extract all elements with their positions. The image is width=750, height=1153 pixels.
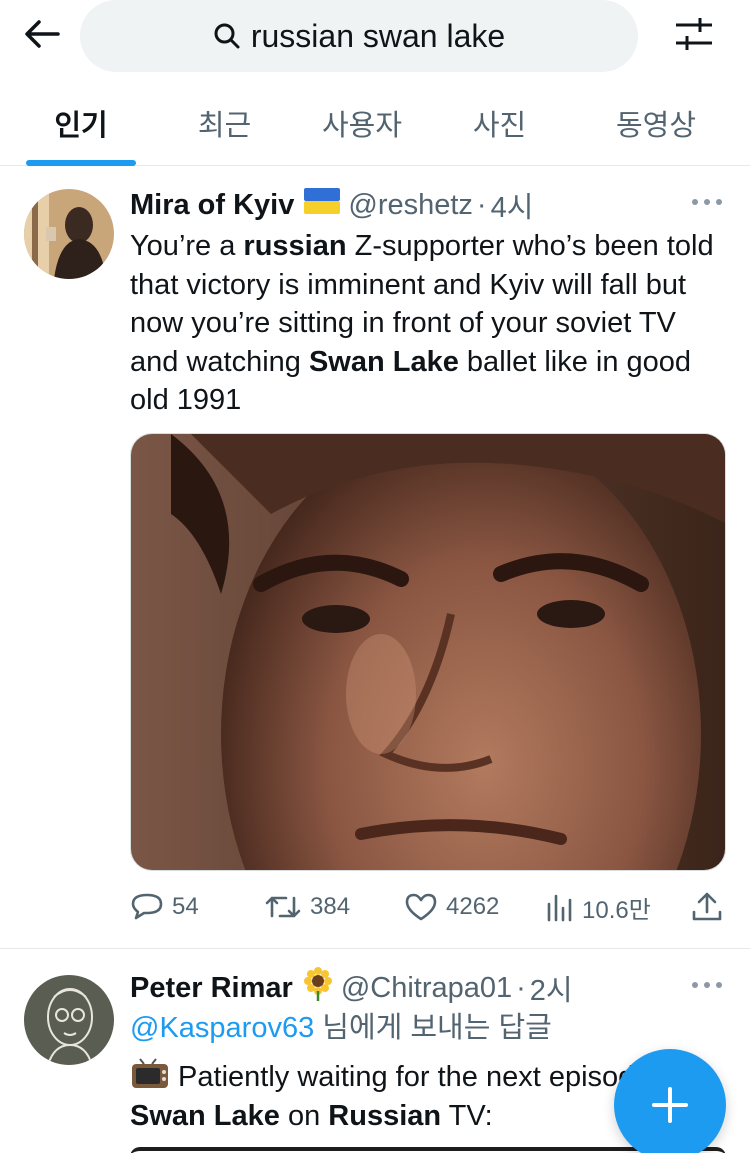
author-handle[interactable]: @Chitrapa01 xyxy=(341,972,512,1005)
reply-icon xyxy=(131,893,163,920)
heart-icon xyxy=(405,893,437,921)
tweet-time[interactable]: 2시 xyxy=(530,967,573,1009)
sunflower-icon xyxy=(303,967,333,1009)
search-tabs: 인기 최근 사용자 사진 동영상 xyxy=(0,80,750,166)
tweet-header: Mira of Kyiv @reshetz · 4시 xyxy=(130,185,726,225)
compose-tweet-button[interactable] xyxy=(614,1049,726,1153)
top-bar: russian swan lake xyxy=(0,0,750,80)
avatar-image xyxy=(24,189,114,279)
tweet[interactable]: Mira of Kyiv @reshetz · 4시 You’re a russ… xyxy=(0,167,750,949)
tab-popular[interactable]: 인기 xyxy=(0,80,162,166)
search-input[interactable]: russian swan lake xyxy=(80,0,638,72)
dot-icon xyxy=(716,199,722,205)
separator-dot: · xyxy=(516,971,526,1004)
views-button[interactable]: 10.6만 xyxy=(544,885,651,929)
author-name[interactable]: Peter Rimar xyxy=(130,972,293,1005)
avatar-image xyxy=(24,975,114,1065)
tv-icon xyxy=(130,1058,170,1093)
like-count: 4262 xyxy=(446,893,500,920)
tab-photos[interactable]: 사진 xyxy=(437,80,562,166)
more-options-button[interactable] xyxy=(692,192,722,212)
retweet-button[interactable]: 384 xyxy=(264,885,350,929)
search-icon xyxy=(214,23,240,49)
back-button[interactable] xyxy=(18,10,66,58)
search-query: russian swan lake xyxy=(250,17,506,54)
share-icon xyxy=(692,892,722,921)
author-name[interactable]: Mira of Kyiv xyxy=(130,189,294,222)
dot-icon xyxy=(692,982,698,988)
face-closeup-image xyxy=(131,434,725,870)
highlight: Russian xyxy=(328,1099,442,1132)
retweet-count: 384 xyxy=(310,893,351,920)
author-handle[interactable]: @reshetz xyxy=(348,189,473,222)
reply-button[interactable]: 54 xyxy=(130,885,199,929)
share-button[interactable] xyxy=(690,885,724,929)
bar-chart-icon xyxy=(547,894,572,922)
tab-people[interactable]: 사용자 xyxy=(287,80,437,166)
tweet-actions: 54 384 4262 10.6만 xyxy=(130,885,726,929)
retweet-icon xyxy=(265,896,301,918)
avatar[interactable] xyxy=(24,975,114,1065)
tab-latest[interactable]: 최근 xyxy=(162,80,287,166)
replying-to: @Kasparov63 님에게 보내는 답글 xyxy=(130,1008,552,1048)
back-arrow-icon xyxy=(25,20,60,48)
dot-icon xyxy=(716,982,722,988)
dot-icon xyxy=(704,199,710,205)
plus-icon xyxy=(652,1087,688,1123)
tab-videos[interactable]: 동영상 xyxy=(562,80,750,166)
highlight: Swan Lake xyxy=(130,1099,280,1132)
avatar[interactable] xyxy=(24,189,114,279)
dot-icon xyxy=(704,982,710,988)
tweet-media-gif[interactable] xyxy=(130,433,726,871)
ukraine-flag-icon xyxy=(304,188,341,222)
search-filter-button[interactable] xyxy=(668,10,720,58)
highlight: Swan Lake xyxy=(308,345,459,378)
separator-dot: · xyxy=(476,188,487,221)
tweet-header: Peter Rimar @Chitrapa01 · 2시 xyxy=(130,967,726,1009)
reply-count: 54 xyxy=(172,893,199,920)
reply-to-label: 님에게 보내는 답글 xyxy=(314,1012,552,1044)
like-button[interactable]: 4262 xyxy=(404,885,499,929)
dot-icon xyxy=(692,199,698,205)
mention-link[interactable]: @Kasparov63 xyxy=(130,1012,314,1044)
more-options-button[interactable] xyxy=(692,975,722,995)
tweet-text: You’re a russian Z-supporter who’s been … xyxy=(130,230,714,416)
highlight: russian xyxy=(243,230,347,262)
sliders-icon xyxy=(676,18,712,50)
view-count: 10.6만 xyxy=(582,896,651,924)
tweet-time[interactable]: 4시 xyxy=(491,184,534,226)
